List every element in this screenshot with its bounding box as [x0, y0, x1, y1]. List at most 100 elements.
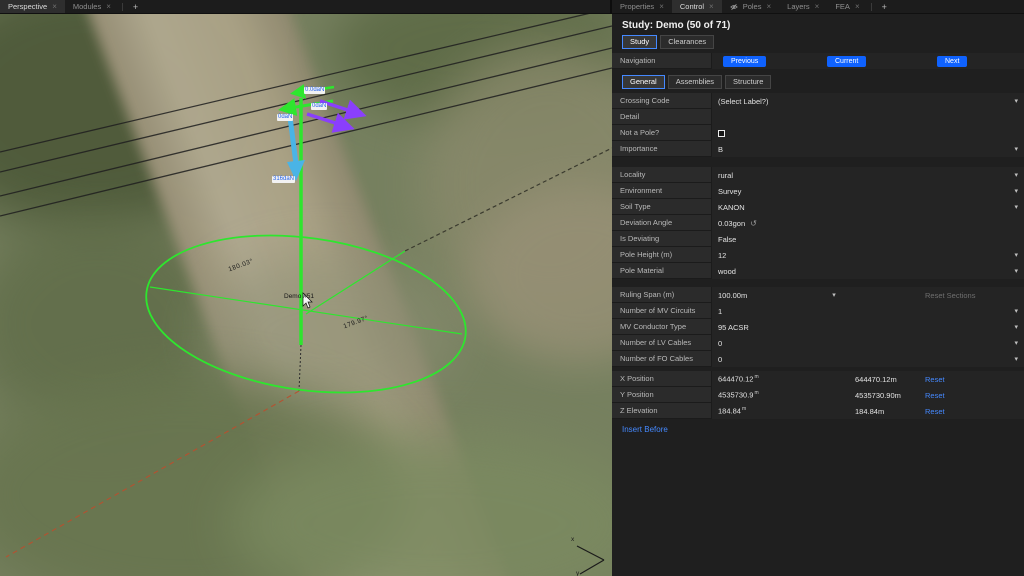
field-label: Number of LV Cables — [612, 335, 712, 351]
tab-label: Perspective — [8, 2, 47, 11]
field-row: Not a Pole? — [612, 125, 1024, 141]
tab-section-structure[interactable]: Structure — [725, 75, 771, 89]
section-gap — [612, 157, 1024, 167]
field-value[interactable]: 95 ACSR — [718, 323, 1004, 332]
viewport-3d[interactable]: 0.0daN0daN0daN316daN180.03°179.97° Demo … — [0, 14, 612, 576]
field-value[interactable]: rural — [718, 171, 1004, 180]
field-value[interactable]: KANON — [718, 203, 1004, 212]
navigation-label: Navigation — [612, 53, 712, 69]
field-value-text: rural — [718, 171, 733, 180]
tab-panel-poles[interactable]: Poles× — [722, 0, 779, 13]
refresh-icon[interactable]: ↺ — [750, 219, 757, 228]
insert-before-link[interactable]: Insert Before — [612, 419, 678, 440]
field-value[interactable] — [718, 130, 1004, 137]
position-display-value: 644470.12m — [855, 375, 897, 384]
axis-gizmo — [577, 546, 604, 574]
chevron-down-icon[interactable]: ▾ — [832, 291, 836, 299]
field-value[interactable]: 12 — [718, 251, 1004, 260]
reset-button[interactable]: Reset — [925, 407, 945, 416]
field-label: Not a Pole? — [612, 125, 712, 141]
current-button[interactable]: Current — [827, 56, 866, 67]
tab-study-study[interactable]: Study — [622, 35, 657, 49]
tab-section-general[interactable]: General — [622, 75, 665, 89]
tab-close-icon[interactable]: × — [659, 2, 664, 11]
field-value[interactable]: B — [718, 145, 1004, 154]
tab-section-assemblies[interactable]: Assemblies — [668, 75, 722, 89]
chevron-down-icon[interactable]: ▾ — [1014, 251, 1018, 259]
field-label: Detail — [612, 109, 712, 125]
field-label: Importance — [612, 141, 712, 157]
position-rows: X Position644470.12m644470.12mResetY Pos… — [612, 371, 1024, 419]
app-window: Perspective×Modules×+ — [0, 0, 1024, 576]
tab-viewport-modules[interactable]: Modules× — [65, 0, 119, 13]
chevron-down-icon[interactable]: ▾ — [1014, 307, 1018, 315]
chevron-down-icon[interactable]: ▾ — [1014, 339, 1018, 347]
position-row: Z Elevation184.84m184.84mReset — [612, 403, 1024, 419]
tab-viewport-perspective[interactable]: Perspective × — [0, 0, 65, 13]
chevron-down-icon[interactable]: ▾ — [1014, 323, 1018, 331]
tab-panel-properties[interactable]: Properties× — [612, 0, 672, 13]
load-label: 0daN — [311, 103, 327, 110]
position-label: Y Position — [612, 387, 712, 403]
reset-button[interactable]: Reset — [925, 375, 945, 384]
tab-panel-control[interactable]: Control × — [672, 0, 722, 13]
field-value[interactable]: 0 — [718, 355, 1004, 364]
field-label: MV Conductor Type — [612, 319, 712, 335]
field-label: Environment — [612, 183, 712, 199]
field-value[interactable]: False — [718, 235, 1004, 244]
chevron-down-icon[interactable]: ▾ — [1014, 187, 1018, 195]
field-value[interactable]: 0 — [718, 339, 1004, 348]
field-value-text: wood — [718, 267, 736, 276]
chevron-down-icon[interactable]: ▾ — [1014, 97, 1018, 105]
field-label: Number of MV Circuits — [612, 303, 712, 319]
pole-id-label[interactable]: Demo #51 — [284, 293, 314, 300]
chevron-down-icon[interactable]: ▾ — [1014, 171, 1018, 179]
field-value-text: (Select Label?) — [718, 97, 768, 106]
poles-visibility-icon[interactable] — [730, 3, 738, 11]
field-label: Deviation Angle — [612, 215, 712, 231]
tab-close-icon[interactable]: × — [709, 2, 714, 11]
field-value-text: B — [718, 145, 723, 154]
field-row: Localityrural▾ — [612, 167, 1024, 183]
position-unit: m — [754, 390, 758, 396]
field-value[interactable]: wood — [718, 267, 1004, 276]
load-label: 316daN — [272, 176, 295, 183]
axis-y-label: y — [576, 570, 579, 576]
field-value[interactable]: Survey — [718, 187, 1004, 196]
field-row: Number of MV Circuits 1 ▾ — [612, 303, 1024, 319]
tab-label: Control — [680, 2, 704, 11]
tab-close-icon[interactable]: × — [855, 2, 860, 11]
load-label: 0.0daN — [304, 87, 325, 94]
tab-close-icon[interactable]: × — [766, 2, 771, 11]
previous-button[interactable]: Previous — [723, 56, 766, 67]
tab-close-icon[interactable]: × — [815, 2, 820, 11]
tab-add-button[interactable]: + — [875, 0, 894, 13]
chevron-down-icon[interactable]: ▾ — [1014, 203, 1018, 211]
not-a-pole-checkbox[interactable] — [718, 130, 725, 137]
tab-panel-layers[interactable]: Layers× — [779, 0, 827, 13]
field-value[interactable]: (Select Label?) — [718, 97, 1004, 106]
tab-panel-fea[interactable]: FEA× — [827, 0, 867, 13]
field-value[interactable]: 100.00m▾ — [718, 291, 1004, 300]
tab-add-button[interactable]: + — [126, 0, 145, 13]
chevron-down-icon[interactable]: ▾ — [1014, 145, 1018, 153]
panel-tabbar: Properties×Control×Poles×Layers×FEA×+ — [612, 0, 1024, 14]
chevron-down-icon[interactable]: ▾ — [1014, 267, 1018, 275]
field-row: Detail — [612, 109, 1024, 125]
field-row: Importance B ▾ — [612, 141, 1024, 157]
position-row: X Position644470.12m644470.12mReset — [612, 371, 1024, 387]
tab-close-icon[interactable]: × — [106, 2, 111, 11]
field-row: Deviation Angle 0.03gon↺ — [612, 215, 1024, 231]
tab-close-icon[interactable]: × — [52, 2, 57, 11]
reset-button[interactable]: Reset — [925, 391, 945, 400]
tab-separator — [871, 3, 872, 11]
tab-study-clearances[interactable]: Clearances — [660, 35, 714, 49]
position-row: Y Position4535730.9m4535730.90mReset — [612, 387, 1024, 403]
viewport-pane: Perspective×Modules×+ — [0, 0, 612, 576]
field-value[interactable]: 1 — [718, 307, 1004, 316]
field-row: Ruling Span (m)Reset Sections100.00m▾ — [612, 287, 1024, 303]
field-value[interactable]: 0.03gon↺ — [718, 219, 1004, 228]
chevron-down-icon[interactable]: ▾ — [1014, 355, 1018, 363]
circle-radius — [306, 251, 405, 314]
next-button[interactable]: Next — [937, 56, 967, 67]
